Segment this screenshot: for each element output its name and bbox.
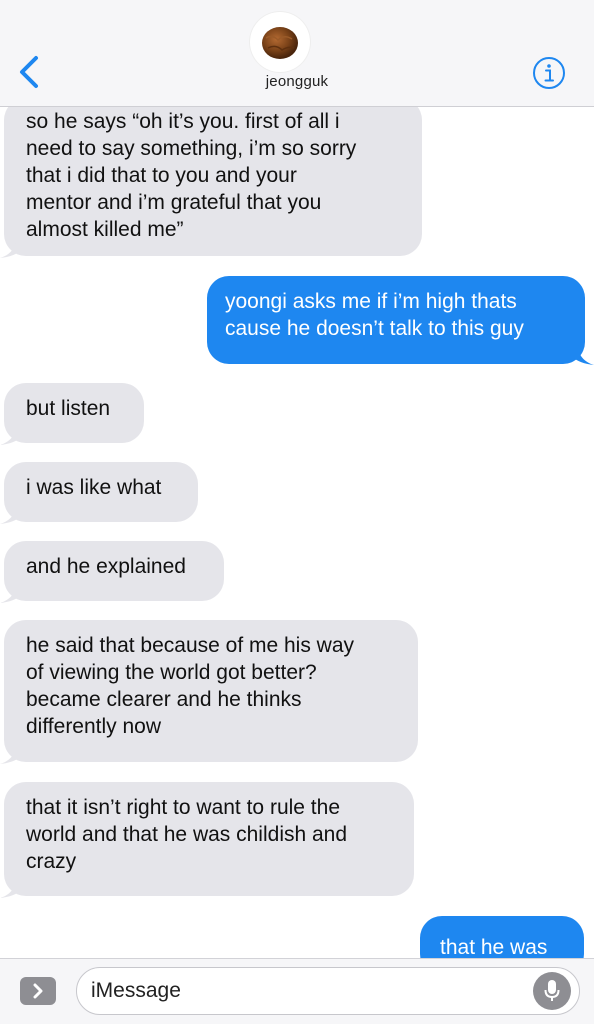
message-bubble-incoming[interactable]: but listen bbox=[4, 383, 144, 443]
coconut-avatar-icon bbox=[262, 27, 298, 59]
message-bubble-incoming[interactable]: i was like what bbox=[4, 462, 198, 522]
message-line: mentor and i’m grateful that you bbox=[26, 191, 322, 214]
message-line: he said that because of me his way bbox=[26, 634, 355, 657]
apps-toggle-button[interactable] bbox=[20, 977, 56, 1005]
message-line: almost killed me” bbox=[26, 218, 184, 241]
message-input[interactable] bbox=[91, 976, 511, 1006]
message-line: that i did that to you and your bbox=[26, 164, 297, 187]
dictation-button[interactable] bbox=[533, 972, 571, 1010]
message-line: need to say something, i’m so sorry bbox=[26, 137, 357, 160]
message-line: but listen bbox=[26, 397, 111, 420]
message-line: became clearer and he thinks bbox=[26, 688, 302, 711]
microphone-icon bbox=[544, 980, 560, 1001]
message-line: that it isn’t right to want to rule the bbox=[26, 796, 340, 819]
message-bubble-incoming[interactable]: he said that because of me his way of vi… bbox=[4, 620, 418, 762]
message-line: that he was bbox=[440, 936, 548, 959]
contact-avatar[interactable] bbox=[250, 12, 310, 72]
bubble-tail bbox=[0, 504, 22, 524]
bubble-tail bbox=[572, 345, 594, 365]
message-line: yoongi asks me if i’m high thats bbox=[225, 290, 517, 313]
message-bubble-incoming[interactable]: and he explained bbox=[4, 541, 224, 601]
message-line: world and that he was childish and bbox=[26, 823, 348, 846]
info-icon bbox=[533, 57, 565, 89]
contact-name[interactable]: jeongguk bbox=[0, 73, 594, 90]
conversation-header: jeongguk bbox=[0, 0, 594, 107]
message-line: and he explained bbox=[26, 555, 186, 578]
message-line: crazy bbox=[26, 850, 77, 873]
message-line: so he says “oh it’s you. first of all i bbox=[26, 110, 340, 133]
message-line: of viewing the world got better? bbox=[26, 661, 317, 684]
message-line: cause he doesn’t talk to this guy bbox=[225, 317, 524, 340]
bubble-tail bbox=[0, 744, 22, 764]
message-input-field[interactable] bbox=[76, 967, 580, 1015]
message-line: differently now bbox=[26, 715, 162, 738]
bubble-tail bbox=[0, 425, 22, 445]
bubble-tail bbox=[0, 583, 22, 603]
chevron-right-icon bbox=[33, 983, 43, 999]
message-bubble-incoming[interactable]: that it isn’t right to want to rule the … bbox=[4, 782, 414, 896]
message-list[interactable]: so he says “oh it’s you. first of all i … bbox=[0, 0, 594, 1024]
info-button[interactable] bbox=[532, 56, 566, 90]
message-line: i was like what bbox=[26, 476, 162, 499]
message-bubble-outgoing[interactable]: yoongi asks me if i’m high thats cause h… bbox=[207, 276, 585, 364]
compose-bar bbox=[0, 958, 594, 1024]
message-bubble-incoming[interactable]: so he says “oh it’s you. first of all i … bbox=[4, 98, 422, 256]
imessage-screen: so he says “oh it’s you. first of all i … bbox=[0, 0, 594, 1024]
bubble-tail bbox=[0, 238, 22, 258]
bubble-tail bbox=[0, 878, 22, 898]
